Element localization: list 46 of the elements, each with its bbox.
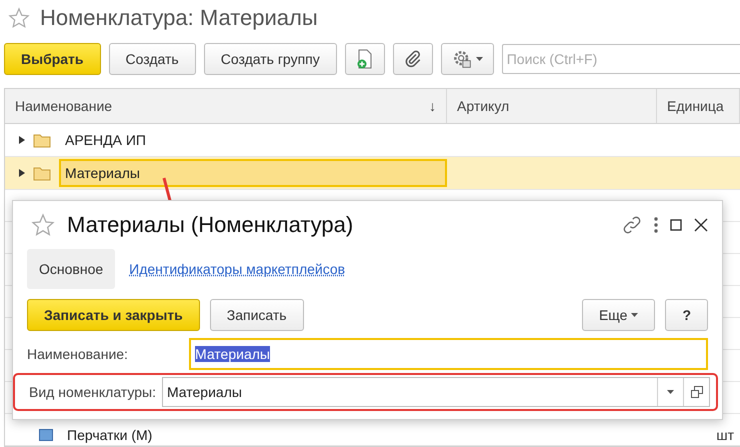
dialog-title: Материалы (Номенклатура) — [67, 212, 354, 238]
item-icon — [39, 429, 53, 441]
item-name: АРЕНДА ИП — [64, 131, 147, 150]
new-document-icon — [356, 49, 374, 69]
form-button[interactable]: Записать и закрыть — [27, 299, 200, 331]
field-label: Наименование: — [27, 346, 129, 362]
item-name: Материалы — [59, 159, 447, 187]
tab[interactable]: Основное — [27, 249, 116, 289]
more-icon[interactable] — [654, 217, 658, 233]
unit-text: шт — [716, 427, 734, 443]
tab[interactable]: Идентификаторы маркетплейсов — [129, 249, 346, 289]
paperclip-icon — [404, 50, 422, 68]
field-label: Вид номенклатуры: — [29, 384, 157, 400]
expand-arrow-icon[interactable] — [19, 136, 25, 144]
caret-icon — [631, 313, 638, 317]
folder-icon — [33, 166, 51, 180]
input-field[interactable]: Материалы — [189, 338, 708, 370]
toolbar-icon-button[interactable] — [440, 43, 494, 75]
column-header[interactable]: Наименование ↓ — [5, 89, 447, 123]
select-field[interactable]: Материалы — [162, 377, 710, 407]
gear-icon — [452, 49, 472, 69]
link-icon[interactable] — [622, 215, 642, 235]
help-button[interactable]: ? — [665, 299, 708, 331]
toolbar-button[interactable]: Выбрать — [4, 43, 101, 75]
close-icon[interactable] — [694, 218, 708, 232]
toolbar-button[interactable]: Создать — [108, 43, 196, 75]
star-icon[interactable] — [8, 7, 30, 29]
search-field[interactable]: Поиск (Ctrl+F) — [502, 44, 740, 74]
toolbar-icon-button[interactable] — [344, 43, 385, 75]
expand-arrow-icon[interactable] — [19, 169, 25, 177]
column-header[interactable]: Единица — [657, 89, 740, 123]
caret-icon — [667, 390, 674, 394]
maximize-icon[interactable] — [670, 219, 682, 231]
sort-arrow: ↓ — [429, 98, 436, 114]
window-title: Номенклатура: Материалы — [40, 5, 318, 31]
open-window-icon — [690, 386, 702, 398]
toolbar-button[interactable]: Создать группу — [204, 43, 337, 75]
column-header[interactable]: Артикул — [447, 89, 657, 123]
toolbar-icon-button[interactable] — [392, 43, 433, 75]
more-button[interactable]: Еще — [582, 299, 656, 331]
item-name: Перчатки (М) — [66, 426, 154, 445]
form-button[interactable]: Записать — [210, 299, 304, 331]
star-icon[interactable] — [31, 213, 55, 237]
folder-icon — [33, 132, 51, 148]
caret-icon — [476, 57, 483, 61]
table-row[interactable]: Материалы — [5, 157, 740, 190]
